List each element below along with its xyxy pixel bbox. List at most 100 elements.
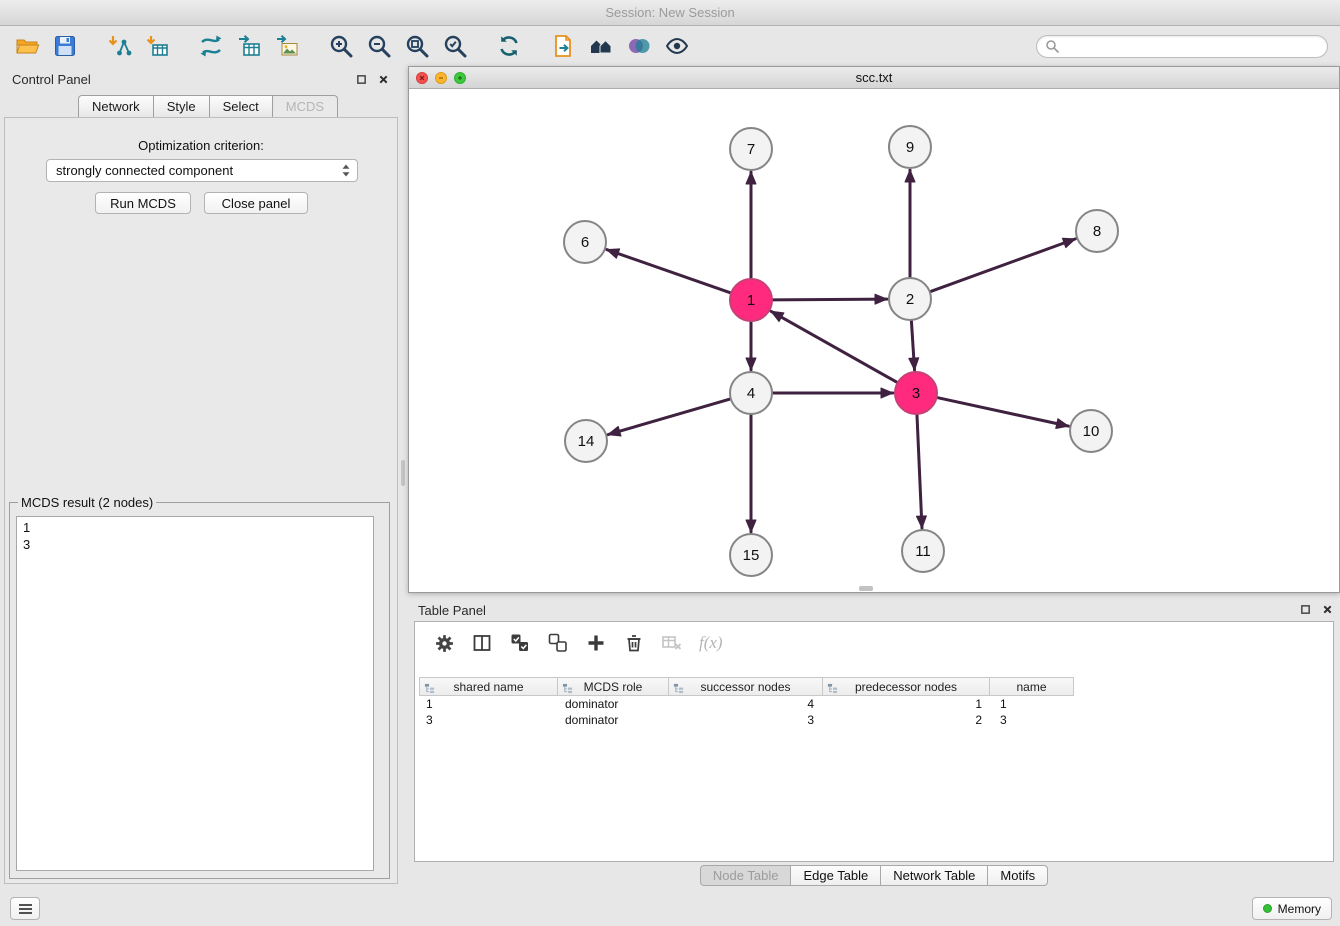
graph-node-label: 4 <box>747 385 755 402</box>
graph-node-11[interactable]: 11 <box>902 530 944 572</box>
scrollbar-thumb[interactable] <box>859 586 873 591</box>
run-mcds-button[interactable]: Run MCDS <box>95 192 191 214</box>
cell-predecessor-nodes[interactable]: 1 <box>825 696 993 712</box>
refresh-button[interactable] <box>493 30 525 62</box>
table-options-button[interactable] <box>431 630 457 656</box>
network-graph[interactable]: 7 9 6 8 1 2 4 3 14 10 15 11 <box>409 89 1339 592</box>
table-row[interactable]: 3 dominator 3 2 3 <box>419 712 1329 728</box>
home-view-button[interactable] <box>585 30 617 62</box>
graph-node-label: 10 <box>1083 423 1100 440</box>
float-panel-button[interactable] <box>354 72 368 86</box>
search-input[interactable] <box>1064 39 1319 54</box>
tab-select[interactable]: Select <box>209 95 272 118</box>
column-header-mcds-role[interactable]: MCDS role <box>557 677 669 696</box>
cell-name[interactable]: 3 <box>993 712 1078 728</box>
split-columns-icon <box>472 633 492 653</box>
mcds-buttons-row: Run MCDS Close panel <box>5 192 397 214</box>
close-panel-button[interactable]: Close panel <box>204 192 308 214</box>
graph-node-2[interactable]: 2 <box>889 278 931 320</box>
cell-name[interactable]: 1 <box>993 696 1078 712</box>
graph-edge-1-2[interactable] <box>772 299 887 300</box>
zoom-in-button[interactable] <box>325 30 357 62</box>
zoom-out-button[interactable] <box>363 30 395 62</box>
graph-node-6[interactable]: 6 <box>564 221 606 263</box>
tab-network[interactable]: Network <box>78 95 153 118</box>
cell-predecessor-nodes[interactable]: 2 <box>825 712 993 728</box>
column-header-successor-nodes[interactable]: successor nodes <box>668 677 823 696</box>
table-row[interactable]: 1 dominator 4 1 1 <box>419 696 1329 712</box>
tab-style[interactable]: Style <box>153 95 209 118</box>
import-network-button[interactable] <box>103 30 135 62</box>
graph-node-8[interactable]: 8 <box>1076 210 1118 252</box>
zoom-out-icon <box>366 33 392 59</box>
float-table-panel-button[interactable] <box>1298 602 1312 616</box>
cell-mcds-role[interactable]: dominator <box>558 712 670 728</box>
save-session-button[interactable] <box>49 30 81 62</box>
application-window: Session: New Session <box>0 0 1340 926</box>
import-table-button[interactable] <box>141 30 173 62</box>
graph-node-4[interactable]: 4 <box>730 372 772 414</box>
graph-node-1[interactable]: 1 <box>730 279 772 321</box>
import-network-icon <box>106 33 132 59</box>
tab-edge-table[interactable]: Edge Table <box>790 865 880 886</box>
graph-edge-3-10[interactable] <box>937 397 1069 426</box>
column-header-predecessor-nodes[interactable]: predecessor nodes <box>822 677 990 696</box>
toolbar-separator <box>84 46 100 47</box>
search-field[interactable] <box>1036 35 1328 58</box>
panel-divider[interactable] <box>398 66 408 890</box>
export-image-icon <box>274 33 300 59</box>
close-control-panel-button[interactable] <box>376 72 390 86</box>
style-preview-button[interactable] <box>623 30 655 62</box>
zoom-fit-button[interactable] <box>401 30 433 62</box>
column-header-name[interactable]: name <box>989 677 1074 696</box>
tab-motifs[interactable]: Motifs <box>987 865 1048 886</box>
graph-node-3[interactable]: 3 <box>895 372 937 414</box>
zoom-selected-button[interactable] <box>439 30 471 62</box>
network-canvas[interactable]: 7 9 6 8 1 2 4 3 14 10 15 11 <box>409 89 1339 592</box>
graph-node-10[interactable]: 10 <box>1070 410 1112 452</box>
show-columns-button[interactable] <box>469 630 495 656</box>
function-builder-button[interactable]: f(x) <box>697 630 723 656</box>
graph-edge-2-3[interactable] <box>911 320 914 370</box>
panel-menu-button[interactable] <box>10 897 40 920</box>
graph-edge-1-6[interactable] <box>607 250 731 293</box>
cell-successor-nodes[interactable]: 4 <box>670 696 825 712</box>
close-icon <box>1322 604 1333 615</box>
unselect-all-columns-button[interactable] <box>545 630 571 656</box>
cell-shared-name[interactable]: 3 <box>419 712 558 728</box>
criterion-dropdown[interactable]: strongly connected component <box>46 159 358 182</box>
new-table-button[interactable] <box>233 30 265 62</box>
table-panel-content: f(x) shared name <box>414 621 1334 862</box>
delete-table-icon <box>661 633 683 653</box>
mcds-tab-pane: Optimization criterion: strongly connect… <box>4 117 398 884</box>
cell-mcds-role[interactable]: dominator <box>558 696 670 712</box>
graph-node-15[interactable]: 15 <box>730 534 772 576</box>
export-network-button[interactable] <box>547 30 579 62</box>
delete-table-button[interactable] <box>659 630 685 656</box>
close-table-panel-button[interactable] <box>1320 602 1334 616</box>
graph-edge-4-14[interactable] <box>608 399 731 435</box>
mcds-result-list[interactable]: 1 3 <box>16 516 374 871</box>
cell-successor-nodes[interactable]: 3 <box>670 712 825 728</box>
tab-network-table[interactable]: Network Table <box>880 865 987 886</box>
graph-node-14[interactable]: 14 <box>565 420 607 462</box>
cell-shared-name[interactable]: 1 <box>419 696 558 712</box>
select-all-columns-button[interactable] <box>507 630 533 656</box>
delete-column-button[interactable] <box>621 630 647 656</box>
tab-node-table[interactable]: Node Table <box>700 865 791 886</box>
graph-node-9[interactable]: 9 <box>889 126 931 168</box>
graph-edge-3-1[interactable] <box>771 311 898 382</box>
divider-handle-icon[interactable] <box>401 460 405 486</box>
graph-edge-2-8[interactable] <box>930 239 1076 292</box>
new-network-button[interactable] <box>195 30 227 62</box>
column-header-shared-name[interactable]: shared name <box>419 677 558 696</box>
graph-edge-3-11[interactable] <box>917 414 922 528</box>
export-image-button[interactable] <box>271 30 303 62</box>
create-column-button[interactable] <box>583 630 609 656</box>
memory-button[interactable]: Memory <box>1252 897 1332 920</box>
horizontal-scrollbar[interactable] <box>409 585 1339 592</box>
graph-node-7[interactable]: 7 <box>730 128 772 170</box>
show-hide-button[interactable] <box>661 30 693 62</box>
tab-mcds[interactable]: MCDS <box>272 95 338 118</box>
open-folder-button[interactable] <box>11 30 43 62</box>
